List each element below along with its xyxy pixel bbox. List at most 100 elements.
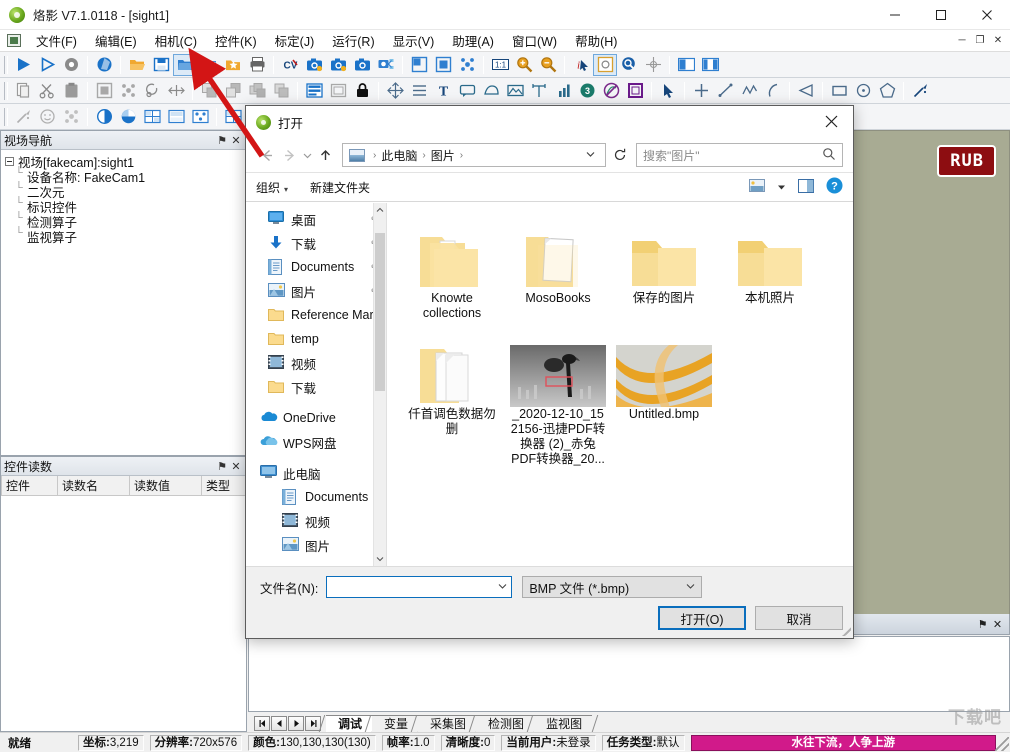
- column-header-type[interactable]: 类型: [201, 476, 246, 496]
- menu-item-camera[interactable]: 相机(C): [146, 28, 206, 53]
- count-badge-icon[interactable]: 3: [575, 80, 599, 102]
- back-button[interactable]: [256, 144, 278, 166]
- menu-item-assistant[interactable]: 助理(A): [443, 28, 503, 53]
- file-item[interactable]: 保存的图片: [611, 213, 717, 321]
- close-icon[interactable]: ✕: [229, 460, 243, 473]
- menu-item-file[interactable]: 文件(F): [27, 28, 86, 53]
- resize-grip-icon[interactable]: [995, 737, 1009, 751]
- lines-icon[interactable]: [407, 80, 431, 102]
- sidebar-item-13[interactable]: 图片: [246, 533, 386, 557]
- run-icon[interactable]: [11, 54, 35, 76]
- rect-tool-icon[interactable]: [827, 80, 851, 102]
- open-folder-icon[interactable]: [125, 54, 149, 76]
- pattern-icon[interactable]: [188, 106, 212, 128]
- fit-window-icon[interactable]: [407, 54, 431, 76]
- region-icon[interactable]: [593, 53, 617, 76]
- circle-tool-icon[interactable]: [851, 80, 875, 102]
- wand-tool-icon[interactable]: [11, 106, 35, 128]
- matrix-icon[interactable]: [59, 106, 83, 128]
- panel-view-icon[interactable]: [698, 54, 722, 76]
- search-region-icon[interactable]: [617, 54, 641, 76]
- chevron-down-icon[interactable]: [686, 582, 695, 592]
- search-icon[interactable]: [822, 147, 836, 164]
- sidebar-item-9[interactable]: WPS网盘: [246, 430, 386, 454]
- table-tool-icon[interactable]: [221, 106, 245, 128]
- smiley-icon[interactable]: [35, 106, 59, 128]
- breadcrumb-segment-pictures[interactable]: 图片: [431, 147, 455, 164]
- template-icon[interactable]: [164, 106, 188, 128]
- expand-collapse-icon[interactable]: [5, 157, 14, 166]
- pin-icon[interactable]: ⚑: [215, 460, 229, 473]
- sidebar-scrollbar[interactable]: [373, 203, 386, 566]
- open-image-icon[interactable]: [173, 53, 197, 76]
- select-all-icon[interactable]: [92, 80, 116, 102]
- sidebar-item-5[interactable]: temp: [246, 327, 386, 351]
- point-tool-icon[interactable]: [689, 80, 713, 102]
- balloon-icon[interactable]: [455, 80, 479, 102]
- breadcrumb-segment-this-pc[interactable]: 此电脑: [381, 147, 417, 164]
- toolbar-grip[interactable]: [4, 107, 8, 126]
- color-wheel-icon[interactable]: [116, 106, 140, 128]
- camera-add-icon[interactable]: [302, 54, 326, 76]
- roi-icon[interactable]: [623, 80, 647, 102]
- image-tool-icon[interactable]: [503, 80, 527, 102]
- menu-item-calibration[interactable]: 标定(J): [266, 28, 324, 53]
- toolbar-grip[interactable]: [4, 55, 8, 74]
- one-to-one-icon[interactable]: 1:1: [488, 54, 512, 76]
- cut-icon[interactable]: [35, 80, 59, 102]
- send-back-icon[interactable]: [221, 80, 245, 102]
- lock-icon[interactable]: [350, 80, 374, 102]
- text-tool-icon[interactable]: T: [431, 80, 455, 102]
- search-input[interactable]: 搜索"图片": [636, 143, 843, 167]
- cancel-button[interactable]: 取消: [755, 606, 843, 630]
- mdi-minimize-button[interactable]: ─: [954, 33, 970, 48]
- chevron-down-icon[interactable]: [498, 582, 507, 592]
- info-cursor-icon[interactable]: i: [569, 54, 593, 76]
- sidebar-item-10[interactable]: 此电脑: [246, 461, 386, 485]
- sidebar-item-4[interactable]: Reference Mar: [246, 303, 386, 327]
- refresh-icon[interactable]: [92, 54, 116, 76]
- refresh-button[interactable]: [609, 143, 631, 167]
- menu-item-run[interactable]: 运行(R): [323, 28, 383, 53]
- contrast-icon[interactable]: [92, 106, 116, 128]
- view-mode-caret-icon[interactable]: [777, 180, 786, 194]
- mdi-close-button[interactable]: ✕: [990, 33, 1006, 48]
- bring-front-icon[interactable]: [197, 80, 221, 102]
- print-icon[interactable]: [245, 54, 269, 76]
- frame-icon[interactable]: [326, 80, 350, 102]
- new-folder-button[interactable]: 新建文件夹: [310, 179, 370, 196]
- help-icon[interactable]: ?: [826, 177, 843, 197]
- line-tool-icon[interactable]: [713, 80, 737, 102]
- triangle-tool-icon[interactable]: [794, 80, 818, 102]
- grid-blue-icon[interactable]: [140, 106, 164, 128]
- close-icon[interactable]: ✕: [229, 134, 243, 147]
- tab-detect-image[interactable]: 检测图: [476, 715, 535, 732]
- magic-wand-icon[interactable]: [908, 80, 932, 102]
- align-icon[interactable]: [164, 80, 188, 102]
- pin-icon[interactable]: ⚑: [975, 618, 990, 631]
- step-run-icon[interactable]: [35, 54, 59, 76]
- zoom-in-icon[interactable]: [512, 54, 536, 76]
- stop-icon[interactable]: [59, 54, 83, 76]
- recent-locations-button[interactable]: [300, 144, 314, 166]
- crosshair-icon[interactable]: [641, 54, 665, 76]
- polygon-tool-icon[interactable]: [875, 80, 899, 102]
- file-item[interactable]: 仟首调色数据勿删: [399, 329, 505, 467]
- save-image-icon[interactable]: [197, 54, 221, 76]
- sidebar-item-2[interactable]: Documents✐: [246, 255, 386, 279]
- measure-icon[interactable]: [527, 80, 551, 102]
- dialog-close-button[interactable]: [809, 106, 853, 136]
- resize-icon[interactable]: [383, 80, 407, 102]
- mdi-restore-button[interactable]: ❐: [972, 33, 988, 48]
- organize-button[interactable]: 组织 ▾: [256, 179, 288, 196]
- filename-input[interactable]: [326, 576, 513, 598]
- camera-network-icon[interactable]: [374, 54, 398, 76]
- toolbar-grip[interactable]: [4, 81, 8, 100]
- group-icon[interactable]: [245, 80, 269, 102]
- tab-prev-button[interactable]: [271, 716, 287, 731]
- camera-capture-icon[interactable]: [350, 54, 374, 76]
- file-item[interactable]: 本机照片: [717, 213, 823, 321]
- camera-settings-icon[interactable]: [326, 54, 350, 76]
- column-header-reading-name[interactable]: 读数名: [57, 476, 130, 496]
- file-list[interactable]: Knowte collections MosoBooks 保存的图片 本机照片 仟首调色…: [387, 203, 853, 566]
